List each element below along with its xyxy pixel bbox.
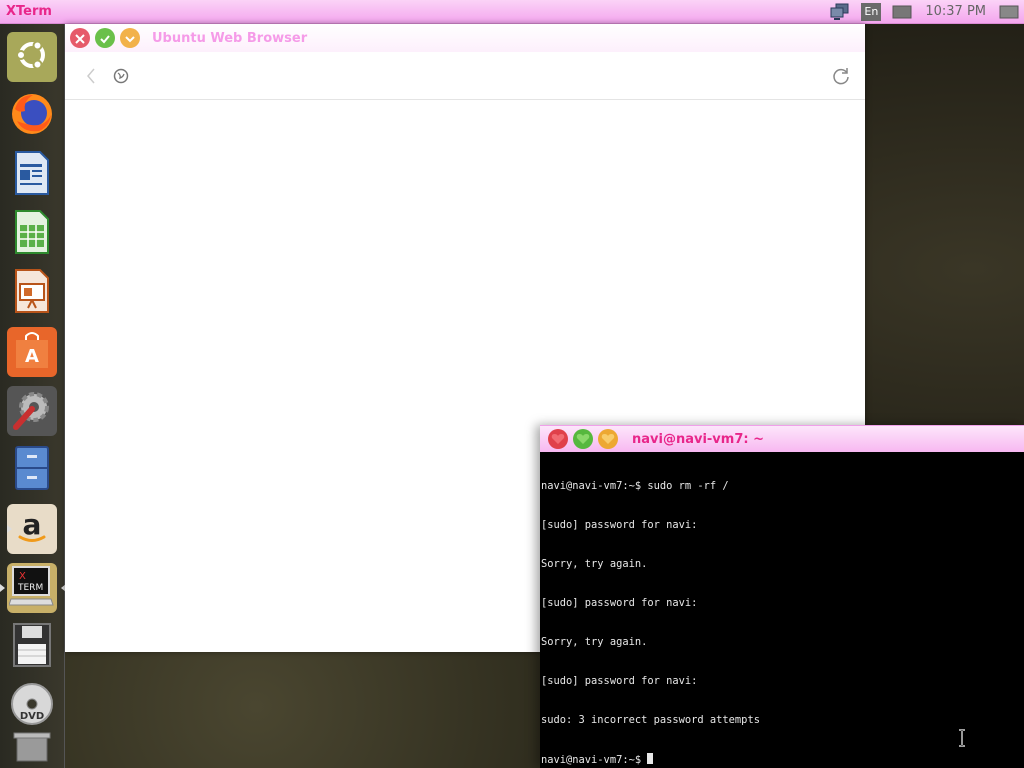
launcher-item-settings[interactable] xyxy=(7,386,57,436)
terminal-line: [sudo] password for navi: xyxy=(541,597,698,609)
svg-text:a: a xyxy=(23,508,42,541)
calc-icon xyxy=(12,209,52,259)
minimize-button[interactable] xyxy=(95,28,115,48)
back-button[interactable] xyxy=(83,66,99,86)
keyboard-language-indicator[interactable]: En xyxy=(861,2,882,21)
globe-icon xyxy=(113,68,129,84)
launcher-pip xyxy=(7,525,12,533)
svg-text:TERM: TERM xyxy=(17,583,43,593)
maximize-button[interactable] xyxy=(598,429,618,449)
launcher-item-firefox[interactable] xyxy=(7,91,57,141)
launcher: A a X TERM DVD xyxy=(0,24,66,768)
terminal-cursor xyxy=(647,753,654,764)
launcher-item-impress[interactable] xyxy=(7,268,57,318)
launcher-item-software[interactable]: A xyxy=(7,327,57,377)
terminal-screen[interactable]: navi@navi-vm7:~$ sudo rm -rf / [sudo] pa… xyxy=(540,452,1024,768)
launcher-item-trash[interactable] xyxy=(7,730,57,768)
ubuntu-logo-icon xyxy=(12,35,52,79)
terminal-prompt-line: navi@navi-vm7:~$ xyxy=(541,753,1023,767)
launcher-item-files[interactable] xyxy=(7,445,57,495)
heart-icon xyxy=(551,430,565,449)
svg-text:A: A xyxy=(25,346,39,367)
browser-titlebar[interactable]: Ubuntu Web Browser xyxy=(65,24,865,52)
reload-icon xyxy=(831,68,851,90)
active-app-name: XTerm xyxy=(6,4,52,19)
terminal-line: [sudo] password for navi: xyxy=(541,519,698,531)
terminal-line: Sorry, try again. xyxy=(541,636,648,648)
xterm-titlebar[interactable]: navi@navi-vm7: ~ xyxy=(540,425,1024,452)
heart-icon xyxy=(576,430,590,449)
browser-navbar xyxy=(65,52,865,100)
launcher-item-save[interactable] xyxy=(7,622,57,672)
xterm-icon: X TERM xyxy=(8,563,55,613)
writer-icon xyxy=(12,150,52,200)
amazon-icon: a xyxy=(12,507,52,551)
file-cabinet-icon xyxy=(14,445,50,495)
settings-icon xyxy=(10,387,54,435)
launcher-item-dash[interactable] xyxy=(7,32,57,82)
network-icon[interactable] xyxy=(830,2,850,22)
dvd-icon: DVD xyxy=(9,681,55,731)
minimize-button[interactable] xyxy=(573,429,593,449)
close-button[interactable] xyxy=(70,28,90,48)
launcher-item-writer[interactable] xyxy=(7,150,57,200)
launcher-item-calc[interactable] xyxy=(7,209,57,259)
software-center-icon: A xyxy=(12,330,52,374)
terminal-line: [sudo] password for navi: xyxy=(541,675,698,687)
expand-icon xyxy=(125,29,135,48)
terminal-prompt: navi@navi-vm7:~$ xyxy=(541,754,648,766)
clock[interactable]: 10:37 PM xyxy=(925,4,986,19)
close-button[interactable] xyxy=(548,429,568,449)
trash-icon xyxy=(9,731,55,767)
terminal-line: navi@navi-vm7:~$ sudo rm -rf / xyxy=(541,480,729,492)
reload-button[interactable] xyxy=(831,66,851,86)
heart-icon xyxy=(601,430,615,449)
chevron-left-icon xyxy=(83,68,99,90)
top-panel: XTerm En 10:37 PM xyxy=(0,0,1024,24)
terminal-line: sudo: 3 incorrect password attempts xyxy=(541,714,760,726)
terminal-line: Sorry, try again. xyxy=(541,558,648,570)
xterm-window: navi@navi-vm7: ~ navi@navi-vm7:~$ sudo r… xyxy=(540,425,1024,768)
ibeam-cursor-icon xyxy=(957,729,967,747)
close-icon xyxy=(75,29,85,48)
svg-text:X: X xyxy=(19,571,26,582)
launcher-pip xyxy=(0,584,5,592)
floppy-icon xyxy=(12,622,52,672)
browser-window-title: Ubuntu Web Browser xyxy=(152,30,308,46)
session-menu-icon[interactable] xyxy=(999,2,1019,22)
launcher-item-dvd[interactable]: DVD xyxy=(7,681,57,731)
svg-text:DVD: DVD xyxy=(20,711,44,722)
firefox-icon xyxy=(9,91,55,141)
launcher-item-amazon[interactable]: a xyxy=(7,504,57,554)
impress-icon xyxy=(12,268,52,318)
launcher-item-xterm[interactable]: X TERM xyxy=(0,563,66,613)
xterm-window-title: navi@navi-vm7: ~ xyxy=(632,431,764,447)
battery-icon[interactable] xyxy=(892,2,912,22)
checkmark-icon xyxy=(100,29,110,48)
indicator-area: En 10:37 PM xyxy=(825,0,1024,24)
maximize-button[interactable] xyxy=(120,28,140,48)
